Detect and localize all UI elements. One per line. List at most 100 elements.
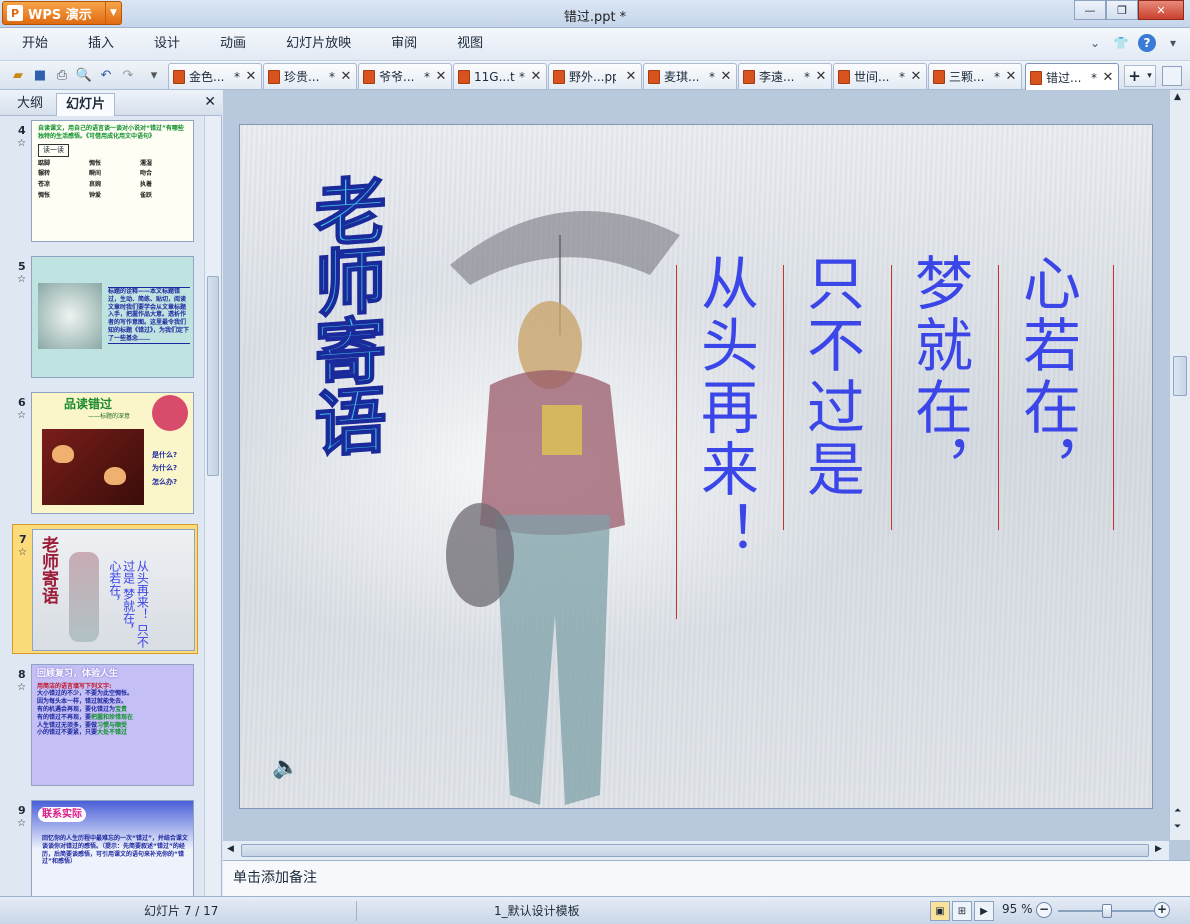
- slide-thumbnail-5[interactable]: 5 ☆ 标题的诠释——本文标题错过，生动、简练、贴切，阅读文章时我们要学会从文章…: [0, 252, 204, 382]
- close-tab-icon[interactable]: ✕: [1004, 69, 1018, 84]
- ribbon-collapse-icon[interactable]: ⌄: [1086, 34, 1104, 52]
- app-name: WPS 演示: [28, 7, 92, 23]
- doc-tab-active[interactable]: 错过... * ✕: [1025, 63, 1119, 91]
- slide-thumbnail-4[interactable]: 4 ☆ 自读课文，用自己的语言谈一谈对小说对“错过”有哪些独特的生活感悟。《可借…: [0, 116, 204, 246]
- undo-icon[interactable]: ↶: [96, 65, 116, 85]
- customize-toolbar-icon[interactable]: ▾: [144, 65, 164, 85]
- close-tab-icon[interactable]: ✕: [719, 69, 733, 84]
- chevron-down-icon[interactable]: ▾: [1164, 34, 1182, 52]
- close-tab-icon[interactable]: ✕: [1101, 70, 1115, 85]
- close-tab-icon[interactable]: ✕: [814, 69, 828, 84]
- close-window-button[interactable]: ✕: [1138, 0, 1184, 20]
- restore-button[interactable]: ❐: [1106, 0, 1138, 20]
- normal-view-button[interactable]: ▣: [930, 901, 950, 921]
- slide-title[interactable]: 老师寄语: [298, 171, 388, 459]
- poem-line-4[interactable]: 从头再来！: [691, 253, 759, 563]
- slide-thumbnail-9[interactable]: 9 ☆ 联系实际 回忆你的人生历程中最难忘的一次“错过”，并结合课文谈谈你对错过…: [0, 796, 204, 896]
- close-tab-icon[interactable]: ✕: [434, 69, 448, 84]
- app-menu-button[interactable]: P WPS 演示 ▼: [2, 1, 122, 25]
- ppt-file-icon: [648, 69, 660, 84]
- scroll-right-icon[interactable]: ▶: [1155, 844, 1162, 854]
- tab-outline[interactable]: 大纲: [8, 93, 52, 116]
- close-tab-icon[interactable]: ✕: [339, 69, 353, 84]
- print-icon[interactable]: ⎙: [52, 65, 72, 85]
- minimize-button[interactable]: —: [1074, 0, 1106, 20]
- speaker-icon[interactable]: 🔈: [272, 755, 299, 780]
- vertical-scrollbar[interactable]: ▲ ⏶ ⏷: [1169, 90, 1190, 840]
- ribbon-menu: 开始 插入 设计 动画 幻灯片放映 审阅 视图 ⌄ 👕 ? ▾: [0, 28, 1190, 60]
- divider-line: [1113, 265, 1114, 530]
- quick-access-toolbar: ▰ ■ ⎙ 🔍 ↶ ↷ ▾ 金色... * ✕ 珍贵... * ✕ 爷爷... * ✕ 11…: [0, 60, 1190, 91]
- girl-with-umbrella-image: [446, 211, 680, 805]
- tab-slides[interactable]: 幻灯片: [56, 93, 116, 116]
- menu-design[interactable]: 设计: [134, 28, 200, 60]
- doc-tab[interactable]: 爷爷... * ✕: [358, 63, 452, 89]
- slide-thumbnail-6[interactable]: 6 ☆ 品读错过 ——标题的深意 是什么? 为什么? 怎么办?: [0, 388, 204, 518]
- ppt-file-icon: [1030, 70, 1042, 85]
- divider: [356, 901, 357, 921]
- close-tab-icon[interactable]: ✕: [244, 69, 258, 84]
- tab-label: 三颗...: [949, 70, 985, 84]
- zoom-slider-handle[interactable]: [1102, 904, 1112, 918]
- new-tab-button[interactable]: + ▾: [1124, 65, 1156, 87]
- slide-canvas[interactable]: 老师寄语 从头再来！ 只不过是 梦就在， 心若在， 🔈: [239, 124, 1153, 809]
- menu-review[interactable]: 审阅: [371, 28, 437, 60]
- doc-tab[interactable]: 珍贵... * ✕: [263, 63, 357, 89]
- poem-line-3[interactable]: 只不过是: [797, 253, 865, 501]
- animation-star-icon: ☆: [17, 818, 26, 829]
- title-bar: P WPS 演示 ▼ 错过.ppt * — ❐ ✕: [0, 0, 1190, 28]
- close-tab-icon[interactable]: ✕: [909, 69, 923, 84]
- doc-tab[interactable]: 三颗... * ✕: [928, 63, 1022, 89]
- skin-icon[interactable]: 👕: [1112, 34, 1130, 52]
- print-preview-icon[interactable]: 🔍: [74, 65, 94, 85]
- scroll-left-icon[interactable]: ◀: [227, 844, 234, 854]
- poem-line-1[interactable]: 心若在，: [1013, 253, 1081, 501]
- wps-logo-icon: P: [7, 5, 23, 21]
- menu-animation[interactable]: 动画: [200, 28, 266, 60]
- slide-sorter-button[interactable]: ⊞: [952, 901, 972, 921]
- tab-label: 珍贵...: [284, 70, 320, 84]
- doc-tab[interactable]: 金色... * ✕: [168, 63, 262, 89]
- zoom-in-button[interactable]: +: [1154, 902, 1170, 918]
- ppt-file-icon: [458, 69, 470, 84]
- tab-list-button[interactable]: [1162, 66, 1182, 86]
- close-tab-icon[interactable]: ✕: [624, 69, 638, 84]
- slide-image: [38, 283, 102, 349]
- slides-scrollbar[interactable]: [204, 116, 221, 896]
- doc-tab[interactable]: 李遠... * ✕: [738, 63, 832, 89]
- next-slide-icon[interactable]: ⏷: [1174, 822, 1181, 832]
- tab-label: 野外...ppt: [569, 70, 616, 84]
- doc-tab[interactable]: 麦琪... * ✕: [643, 63, 737, 89]
- slides-panel: 大纲 幻灯片 ✕ 4 ☆ 自读课文，用自己的语言谈一谈对小说对“错过”有哪些独特…: [0, 90, 222, 896]
- close-icon[interactable]: ✕: [204, 94, 216, 110]
- scroll-up-icon[interactable]: ▲: [1174, 92, 1181, 102]
- doc-tab[interactable]: 野外...ppt ✕: [548, 63, 642, 89]
- animation-star-icon: ☆: [18, 547, 27, 558]
- template-name: 1_默认设计模板: [494, 904, 580, 918]
- doc-tab[interactable]: 世间... * ✕: [833, 63, 927, 89]
- help-icon[interactable]: ?: [1138, 34, 1156, 52]
- slideshow-button[interactable]: ▶: [974, 901, 994, 921]
- zoom-out-button[interactable]: −: [1036, 902, 1052, 918]
- menu-slideshow[interactable]: 幻灯片放映: [266, 28, 371, 60]
- tab-label: 爷爷...: [379, 70, 415, 84]
- tab-label: 11G...t: [474, 69, 515, 84]
- menu-home[interactable]: 开始: [0, 28, 68, 60]
- close-tab-icon[interactable]: ✕: [529, 69, 543, 84]
- divider-line: [783, 265, 784, 530]
- slide-thumbnail-7[interactable]: 7 ☆ 老师寄语 从头再来！ 只不过是 梦就在， 心若在，: [12, 524, 198, 654]
- ppt-file-icon: [173, 69, 185, 84]
- menu-insert[interactable]: 插入: [68, 28, 134, 60]
- horizontal-scrollbar[interactable]: ◀ ▶: [223, 840, 1169, 860]
- doc-tab[interactable]: 11G...t * ✕: [453, 63, 547, 89]
- open-folder-icon[interactable]: ▰: [8, 65, 28, 85]
- save-icon[interactable]: ■: [30, 65, 50, 85]
- redo-icon[interactable]: ↷: [118, 65, 138, 85]
- divider-line: [998, 265, 999, 530]
- menu-view[interactable]: 视图: [437, 28, 503, 60]
- poem-line-2[interactable]: 梦就在，: [905, 253, 973, 501]
- notes-pane[interactable]: 单击添加备注: [223, 860, 1190, 896]
- tab-label: 李遠...: [759, 70, 795, 84]
- prev-slide-icon[interactable]: ⏶: [1174, 806, 1181, 816]
- slide-thumbnail-8[interactable]: 8 ☆ 回顾复习，体验人生 用简洁的语言填写下列文字: 大小错过的不少，不要为此…: [0, 660, 204, 790]
